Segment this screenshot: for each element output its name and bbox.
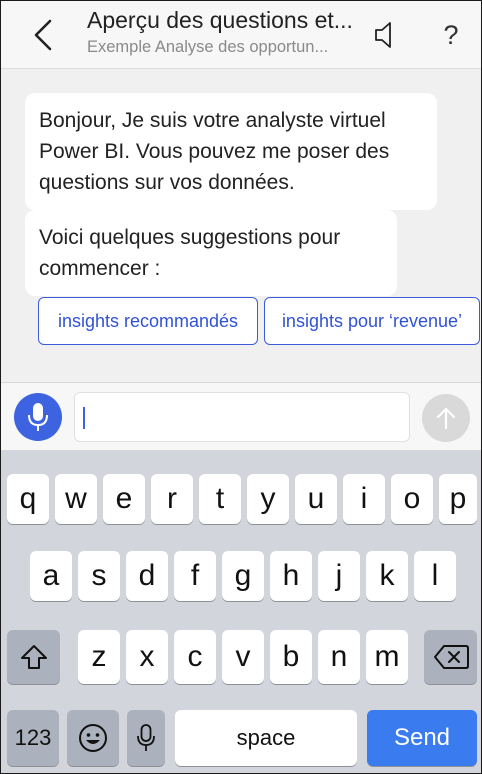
key-h[interactable]: h <box>270 551 312 601</box>
dictation-key[interactable] <box>127 710 165 766</box>
key-r[interactable]: r <box>151 474 193 524</box>
arrow-up-icon <box>436 407 456 430</box>
key-z[interactable]: z <box>78 630 120 684</box>
numbers-key[interactable]: 123 <box>7 710 59 766</box>
chat-area: Bonjour, Je suis votre analyste virtuel … <box>1 70 481 382</box>
submit-button[interactable] <box>422 394 470 442</box>
microphone-icon <box>28 403 48 431</box>
key-v[interactable]: v <box>222 630 264 684</box>
key-j[interactable]: j <box>318 551 360 601</box>
key-c[interactable]: c <box>174 630 216 684</box>
key-n[interactable]: n <box>318 630 360 684</box>
key-g[interactable]: g <box>222 551 264 601</box>
key-d[interactable]: d <box>126 551 168 601</box>
key-b[interactable]: b <box>270 630 312 684</box>
send-key[interactable]: Send <box>367 710 477 766</box>
input-bar <box>1 382 481 450</box>
key-w[interactable]: w <box>55 474 97 524</box>
key-m[interactable]: m <box>366 630 408 684</box>
key-e[interactable]: e <box>103 474 145 524</box>
key-l[interactable]: l <box>414 551 456 601</box>
page-title: Aperçu des questions et... <box>87 7 353 33</box>
on-screen-keyboard: q w e r t y u i o p a s d f g h j k l z … <box>1 450 481 773</box>
suggestion-button[interactable]: insights pour ‘revenue’ <box>264 297 480 345</box>
key-x[interactable]: x <box>126 630 168 684</box>
key-s[interactable]: s <box>78 551 120 601</box>
key-u[interactable]: u <box>295 474 337 524</box>
backspace-icon <box>433 645 469 669</box>
emoji-icon <box>79 724 107 752</box>
emoji-key[interactable] <box>67 710 119 766</box>
speaker-button[interactable] <box>369 17 399 53</box>
suggestion-button[interactable]: insights recommandés <box>38 297 258 345</box>
key-k[interactable]: k <box>366 551 408 601</box>
chevron-left-icon <box>34 19 52 51</box>
help-button[interactable]: ? <box>435 15 467 55</box>
header-bar: Aperçu des questions et... Exemple Analy… <box>1 1 481 69</box>
text-cursor <box>83 407 85 429</box>
bot-message: Voici quelques suggestions pour commence… <box>25 210 397 296</box>
key-p[interactable]: p <box>439 474 477 524</box>
speaker-icon <box>375 22 391 48</box>
key-a[interactable]: a <box>30 551 72 601</box>
page-subtitle: Exemple Analyse des opportun... <box>87 38 329 56</box>
space-key[interactable]: space <box>175 710 357 766</box>
key-i[interactable]: i <box>343 474 385 524</box>
question-input[interactable] <box>74 392 410 442</box>
app-frame: Aperçu des questions et... Exemple Analy… <box>0 0 482 774</box>
key-o[interactable]: o <box>391 474 433 524</box>
bot-message: Bonjour, Je suis votre analyste virtuel … <box>25 93 437 210</box>
shift-arrow-icon <box>20 645 47 669</box>
key-y[interactable]: y <box>247 474 289 524</box>
key-q[interactable]: q <box>7 474 49 524</box>
voice-input-button[interactable] <box>14 393 62 441</box>
key-f[interactable]: f <box>174 551 216 601</box>
shift-key[interactable] <box>7 630 60 684</box>
question-mark-icon: ? <box>443 19 459 50</box>
microphone-icon <box>137 724 155 751</box>
backspace-key[interactable] <box>424 630 477 684</box>
back-button[interactable] <box>25 15 61 55</box>
key-t[interactable]: t <box>199 474 241 524</box>
